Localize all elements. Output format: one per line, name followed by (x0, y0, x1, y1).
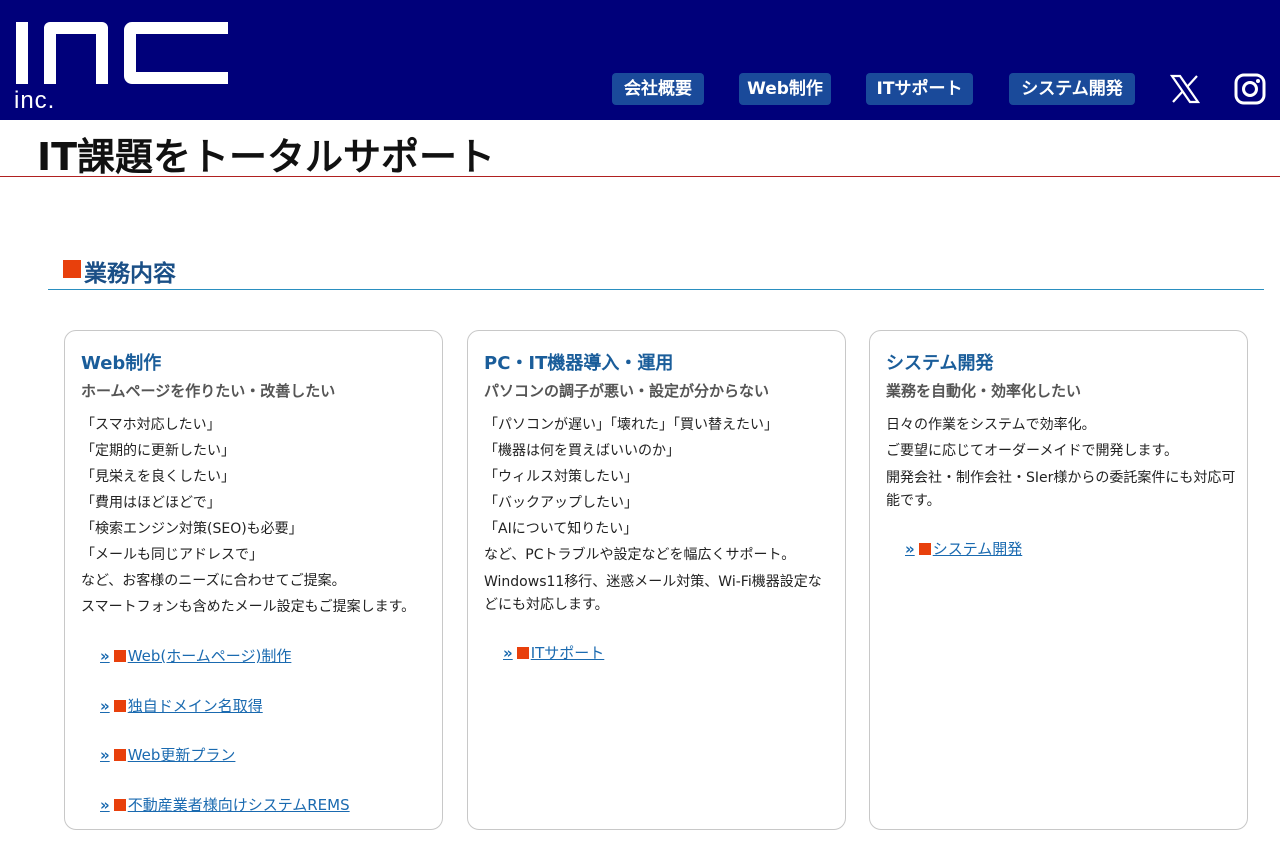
svg-text:inc.: inc. (14, 87, 55, 110)
site-header: inc. 会社概要 Web制作 ITサポート システム開発 (0, 0, 1280, 120)
card-line: 「スマホ対応したい」 (81, 415, 431, 441)
nav-it-support[interactable]: ITサポート (866, 73, 973, 105)
link-label: ITサポート (531, 644, 605, 662)
card-line: 「見栄えを良くしたい」 (81, 467, 431, 493)
card-line: 日々の作業をシステムで効率化。 (886, 415, 1236, 441)
service-card-it: PC・IT機器導入・運用 パソコンの調子が悪い・設定が分からない 「パソコンが遅… (467, 330, 846, 830)
card-paragraph: Windows11移行、迷惑メール対策、Wi-Fi機器設定などにも対応します。 (484, 571, 834, 617)
link-label: Web更新プラン (128, 746, 236, 764)
square-icon (114, 700, 126, 712)
card-links: »Web(ホームページ)制作 »独自ドメイン名取得 »Web更新プラン »不動産… (100, 645, 350, 843)
card-line: 「バックアップしたい」 (484, 493, 834, 519)
link-rems[interactable]: »不動産業者様向けシステムREMS (100, 794, 350, 843)
section-header: 業務内容 (48, 252, 1264, 290)
card-body: 「スマホ対応したい」 「定期的に更新したい」 「見栄えを良くしたい」 「費用はほ… (81, 415, 431, 623)
card-title: Web制作 (81, 349, 161, 375)
card-subtitle: 業務を自動化・効率化したい (886, 380, 1081, 401)
card-line: など、PCトラブルや設定などを幅広くサポート。 (484, 545, 834, 571)
link-web-production[interactable]: »Web(ホームページ)制作 (100, 645, 350, 695)
card-line: 「ウィルス対策したい」 (484, 467, 834, 493)
link-domain[interactable]: »独自ドメイン名取得 (100, 695, 350, 745)
square-icon (919, 543, 931, 555)
card-title: PC・IT機器導入・運用 (484, 349, 673, 375)
card-paragraph: 開発会社・制作会社・SIer様からの委託案件にも対応可能です。 (886, 467, 1236, 513)
section-title: 業務内容 (84, 254, 176, 288)
card-line: 「メールも同じアドレスで」 (81, 545, 431, 571)
link-it-support[interactable]: »ITサポート (503, 642, 604, 692)
service-card-system: システム開発 業務を自動化・効率化したい 日々の作業をシステムで効率化。 ご要望… (869, 330, 1248, 830)
page-title: IT課題をトータルサポート (37, 126, 495, 181)
card-line: スマートフォンも含めたメール設定もご提案します。 (81, 597, 431, 623)
x-icon[interactable] (1168, 72, 1202, 106)
square-icon (114, 799, 126, 811)
card-title: システム開発 (886, 349, 993, 375)
square-icon (63, 260, 81, 278)
card-line: 「検索エンジン対策(SEO)も必要」 (81, 519, 431, 545)
square-icon (517, 647, 529, 659)
card-links: »ITサポート (503, 642, 604, 692)
nav-system-dev[interactable]: システム開発 (1009, 73, 1135, 105)
card-line: など、お客様のニーズに合わせてご提案。 (81, 571, 431, 597)
link-label: Web(ホームページ)制作 (128, 647, 292, 665)
card-body: 日々の作業をシステムで効率化。 ご要望に応じてオーダーメイドで開発します。 開発… (886, 415, 1236, 516)
card-line: 「パソコンが遅い」「壊れた」「買い替えたい」 (484, 415, 834, 441)
card-line: 「AIについて知りたい」 (484, 519, 834, 545)
card-subtitle: パソコンの調子が悪い・設定が分からない (484, 380, 769, 401)
link-label: 不動産業者様向けシステムREMS (128, 796, 350, 814)
card-line: 「費用はほどほどで」 (81, 493, 431, 519)
card-subtitle: ホームページを作りたい・改善したい (81, 380, 335, 401)
card-line: 「定期的に更新したい」 (81, 441, 431, 467)
link-web-update-plan[interactable]: »Web更新プラン (100, 744, 350, 794)
hero-banner: IT課題をトータルサポート (0, 120, 1280, 177)
card-body: 「パソコンが遅い」「壊れた」「買い替えたい」 「機器は何を買えばいいのか」 「ウ… (484, 415, 834, 620)
link-system-dev[interactable]: »システム開発 (905, 538, 1022, 588)
card-line: 「機器は何を買えばいいのか」 (484, 441, 834, 467)
link-label: システム開発 (933, 540, 1023, 558)
card-links: »システム開発 (905, 538, 1022, 588)
inc-logo[interactable]: inc. (14, 18, 230, 110)
square-icon (114, 749, 126, 761)
square-icon (114, 650, 126, 662)
instagram-icon[interactable] (1233, 72, 1267, 106)
link-label: 独自ドメイン名取得 (128, 697, 263, 715)
service-card-web: Web制作 ホームページを作りたい・改善したい 「スマホ対応したい」 「定期的に… (64, 330, 443, 830)
card-line: ご要望に応じてオーダーメイドで開発します。 (886, 441, 1236, 467)
nav-company[interactable]: 会社概要 (612, 73, 704, 105)
nav-web[interactable]: Web制作 (739, 73, 831, 105)
